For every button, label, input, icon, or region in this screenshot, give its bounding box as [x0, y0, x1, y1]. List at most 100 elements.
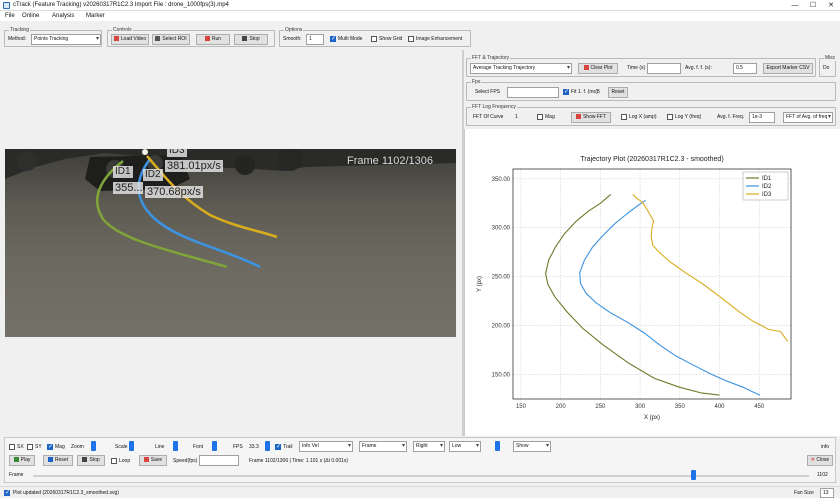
- show-select[interactable]: Show: [513, 441, 551, 452]
- speed-id3: 381.01px/s: [165, 160, 223, 172]
- run-label: Run: [211, 36, 222, 42]
- select-roi-label: Select ROI: [162, 36, 187, 42]
- frame-mode-select[interactable]: Frame: [359, 441, 407, 452]
- line-slider-thumb[interactable]: [173, 441, 178, 451]
- plot-panel: Trajectory Plot (20260317R1C2.3 - smooth…: [464, 129, 840, 436]
- play-button[interactable]: Play: [9, 455, 35, 466]
- status-bar: ✓ Plot updated (20260317R1C2.3_smoothed.…: [0, 486, 840, 498]
- menu-file[interactable]: File: [5, 13, 15, 19]
- fft-group: FFT Log Frequency FFT Of Curve 1 Mag Sho…: [466, 104, 836, 126]
- sx-checkbox[interactable]: [9, 444, 15, 450]
- load-video-button[interactable]: Load Video: [111, 34, 149, 45]
- extra-slider-thumb[interactable]: [495, 441, 500, 451]
- method-value: Points Tracking: [34, 36, 69, 42]
- speed-id2: 370.68px/s: [145, 186, 203, 198]
- trajectory-chart[interactable]: Trajectory Plot (20260317R1C2.3 - smooth…: [465, 149, 840, 429]
- minimize-button[interactable]: —: [786, 0, 804, 11]
- speed-id1: 355...: [113, 182, 143, 194]
- y-tick-label: 350.00: [492, 177, 511, 183]
- font-size-input[interactable]: 13: [820, 488, 834, 498]
- play-label: Play: [20, 457, 31, 463]
- trail-checkbox[interactable]: ✓: [275, 444, 281, 450]
- level-select[interactable]: Low: [449, 441, 481, 452]
- chart-title: Trajectory Plot (20260317R1C2.3 - smooth…: [580, 156, 723, 163]
- avg-freq-input[interactable]: 1e-3: [749, 112, 775, 123]
- clear-icon: [583, 65, 589, 70]
- menu-marker[interactable]: Marker: [86, 13, 105, 19]
- select-fps-label: Select FPS: [475, 89, 501, 95]
- close-label: Close: [816, 457, 830, 463]
- method-select[interactable]: Points Tracking: [31, 34, 101, 45]
- loop-label: Loop: [119, 458, 131, 464]
- sy-label: SY: [35, 444, 42, 450]
- plot-type-select[interactable]: Average Tracking Trajectory: [470, 63, 572, 74]
- speed-input[interactable]: [199, 455, 239, 466]
- run-button[interactable]: Run: [196, 34, 230, 45]
- smooth-label: Smooth:: [283, 36, 302, 42]
- smooth-input[interactable]: 1: [306, 34, 324, 45]
- export-csv-button[interactable]: Export Marker CSV: [763, 63, 813, 74]
- mag-view-checkbox[interactable]: ✓: [47, 444, 53, 450]
- menu-analysis[interactable]: Analysis: [52, 13, 74, 19]
- avg-freq-label: Avg. f. Freq.: [717, 114, 745, 120]
- smooth-value: 1: [309, 36, 312, 42]
- menu-online[interactable]: Online: [22, 13, 39, 19]
- clear-plot-button[interactable]: Clear Plot: [578, 63, 618, 74]
- mag-label: Mag: [545, 114, 555, 120]
- show-grid-checkbox[interactable]: [371, 36, 377, 42]
- zoom-slider-thumb[interactable]: [91, 441, 96, 451]
- font-size-label: Fan Size: [794, 490, 814, 496]
- roi-icon: [155, 36, 161, 41]
- mag-checkbox[interactable]: [537, 114, 543, 120]
- x-tick-label: 400: [715, 404, 726, 410]
- save-icon: [143, 457, 149, 462]
- marker-point: [142, 149, 148, 155]
- fps-checkbox[interactable]: ✓: [563, 89, 569, 95]
- info-right-label: info: [821, 444, 830, 450]
- line-label: Line: [155, 444, 165, 450]
- status-checkbox[interactable]: ✓: [4, 490, 10, 496]
- close-button[interactable]: ✕ Close: [807, 455, 833, 466]
- series-line-id3: [632, 194, 789, 342]
- frame-counter: Frame 1102/1306: [347, 155, 434, 167]
- frame-slider-thumb[interactable]: [691, 470, 696, 480]
- time-input[interactable]: [647, 63, 681, 74]
- prop-hub-3: [17, 151, 37, 171]
- fps-slider-thumb[interactable]: [265, 441, 270, 451]
- fps-input[interactable]: [507, 87, 559, 98]
- misc-group: Misc Do: [819, 55, 837, 77]
- save-button[interactable]: Save: [139, 455, 167, 466]
- multi-mode-checkbox[interactable]: ✓: [330, 36, 336, 42]
- fps-group-label: Fps: [471, 79, 482, 85]
- log-y-checkbox[interactable]: [667, 114, 673, 120]
- sy-checkbox[interactable]: [27, 444, 33, 450]
- controls-group: Controls Load Video Select ROI Run Stop: [107, 27, 275, 47]
- info-value: Info Vel: [302, 443, 319, 449]
- window-title: cTrack (Feature Tracking) v20260317R1C2.…: [13, 2, 229, 8]
- fft-flag: 1: [515, 114, 518, 120]
- show-value: Show: [516, 443, 529, 449]
- info-select[interactable]: Info Vel: [299, 441, 353, 452]
- show-fft-button[interactable]: Show FFT: [571, 112, 611, 123]
- loop-checkbox[interactable]: [111, 458, 117, 464]
- fps-view-value: 33.3: [249, 444, 259, 450]
- close-window-button[interactable]: ✕: [822, 0, 840, 11]
- reset-button[interactable]: Reset: [43, 455, 73, 466]
- font-slider-thumb[interactable]: [212, 441, 217, 451]
- video-frame[interactable]: Frame 1102/1306 ID3 ID1 ID2 381.01px/s 3…: [5, 149, 456, 337]
- y-axis-label: Y (px): [477, 276, 483, 292]
- trajectory-group: FFT & Trajectory Average Tracking Trajec…: [466, 55, 816, 77]
- scale-slider-thumb[interactable]: [129, 441, 134, 451]
- avg-from-input[interactable]: 0.5: [733, 63, 757, 74]
- fft-avg-select[interactable]: FFT of Avg. of freq: [783, 112, 833, 123]
- stop-play-button[interactable]: Stop: [77, 455, 105, 466]
- clear-plot-label: Clear Plot: [590, 65, 613, 71]
- log-x-checkbox[interactable]: [621, 114, 627, 120]
- image-enhancement-checkbox[interactable]: [408, 36, 414, 42]
- fps-reset-button[interactable]: Reset: [608, 87, 628, 98]
- position-select[interactable]: Right: [413, 441, 445, 452]
- select-roi-button[interactable]: Select ROI: [152, 34, 190, 45]
- maximize-button[interactable]: ☐: [804, 0, 822, 11]
- video-icon: [113, 36, 119, 41]
- stop-button[interactable]: Stop: [234, 34, 268, 45]
